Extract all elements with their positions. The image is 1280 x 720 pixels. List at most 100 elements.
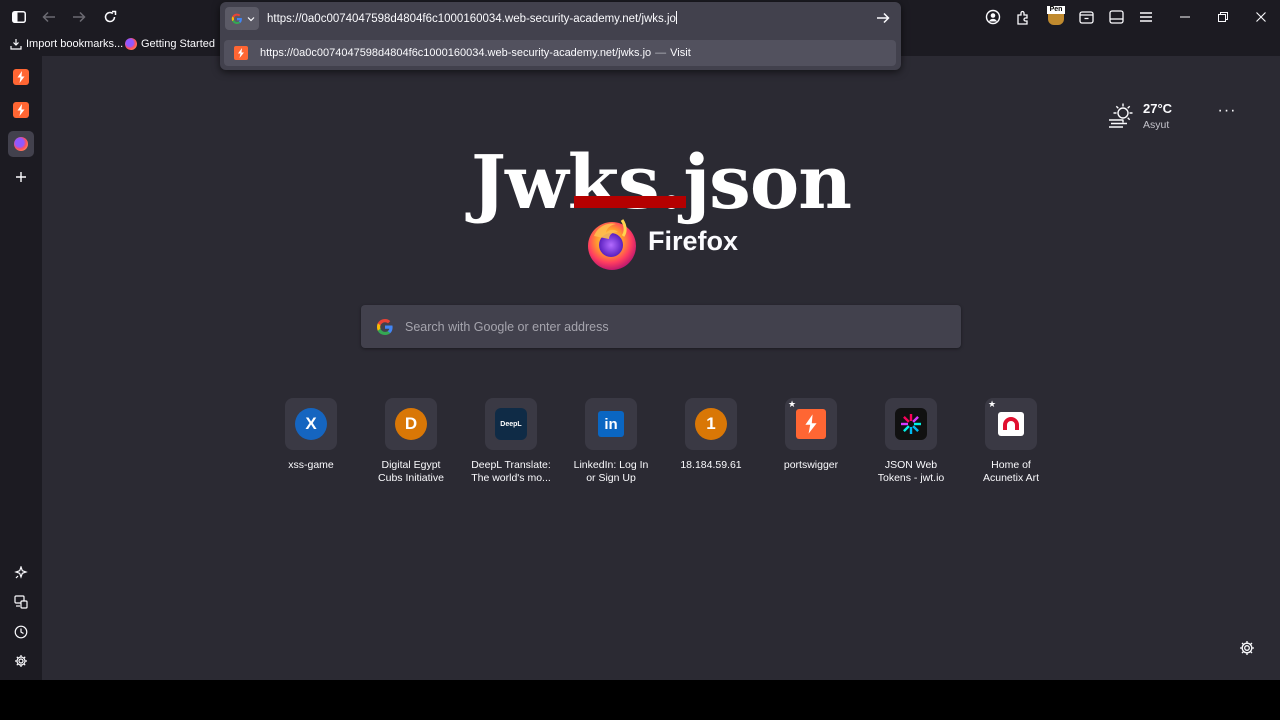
shortcut-tile[interactable]: D Digital Egypt Cubs Initiative xyxy=(361,398,461,490)
url-input[interactable]: https://0a0c0074047598d4804f6c1000160034… xyxy=(267,11,677,25)
acunetix-icon xyxy=(998,412,1024,436)
shortcut-label-line1: xss-game xyxy=(288,459,334,471)
synced-tabs-icon[interactable] xyxy=(12,593,30,611)
search-placeholder: Search with Google or enter address xyxy=(405,320,609,334)
account-icon[interactable] xyxy=(984,8,1002,26)
shortcut-tile[interactable]: DeepL DeepL Translate: The world's mo... xyxy=(461,398,561,490)
sidebar-tab-portswigger-2[interactable] xyxy=(13,102,29,118)
shortcut-icon-box: 1 xyxy=(685,398,737,450)
search-input[interactable]: Search with Google or enter address xyxy=(361,305,961,348)
url-suggestion-row[interactable]: https://0a0c0074047598d4804f6c1000160034… xyxy=(224,40,896,66)
weather-more-options-icon[interactable]: ··· xyxy=(1216,102,1238,122)
weather-widget[interactable]: 27°C Asyut xyxy=(1106,98,1196,138)
shortcut-label-line1: Home of xyxy=(991,459,1031,471)
bookmark-import[interactable]: Import bookmarks... xyxy=(10,38,123,50)
bottom-black-band xyxy=(0,680,1280,720)
digital-egypt-icon: D xyxy=(395,408,427,440)
reload-icon[interactable] xyxy=(101,8,119,26)
text-caret xyxy=(675,11,677,24)
shortcut-label-line1: 18.184.59.61 xyxy=(680,459,742,471)
xss-game-icon: X xyxy=(295,408,327,440)
shortcut-label: JSON Web Tokens - jwt.io xyxy=(861,459,961,485)
urlbar-popup: https://0a0c0074047598d4804f6c1000160034… xyxy=(220,2,901,70)
vertical-sidebar xyxy=(0,56,42,680)
customize-settings-gear-icon[interactable] xyxy=(1238,639,1256,657)
minimize-icon[interactable] xyxy=(1176,8,1194,26)
restore-icon[interactable] xyxy=(1214,8,1232,26)
shortcut-label: xss-game xyxy=(261,459,361,472)
shortcut-label: portswigger xyxy=(761,459,861,472)
extensions-icon[interactable] xyxy=(1014,8,1032,26)
shortcut-tile[interactable]: X xss-game xyxy=(261,398,361,490)
url-value: https://0a0c0074047598d4804f6c1000160034… xyxy=(267,13,676,25)
weather-location: Asyut xyxy=(1143,119,1170,131)
shortcut-label-line1: DeepL Translate: xyxy=(471,459,551,471)
shortcut-label-line1: JSON Web xyxy=(884,459,938,471)
close-icon[interactable] xyxy=(1252,8,1270,26)
shortcut-label-line1: portswigger xyxy=(783,459,839,471)
new-tab-plus-icon[interactable] xyxy=(12,168,30,186)
shortcut-label: Digital Egypt Cubs Initiative xyxy=(361,459,461,485)
go-arrow-icon[interactable] xyxy=(872,8,894,28)
suggestion-url: https://0a0c0074047598d4804f6c1000160034… xyxy=(260,47,652,59)
bookmark-label: Import bookmarks... xyxy=(26,38,124,50)
ai-chatbot-icon[interactable] xyxy=(12,564,30,582)
bookmark-label: Getting Started xyxy=(141,38,215,50)
forward-icon[interactable] xyxy=(70,8,88,26)
shortcut-tile[interactable]: ★ Home of Acunetix Art xyxy=(961,398,1061,490)
jwt-io-icon xyxy=(895,408,927,440)
pen-extension-icon[interactable]: Pen xyxy=(1046,5,1066,27)
shortcut-icon-box: in xyxy=(585,398,637,450)
shortcut-label-line2: Cubs Initiative xyxy=(378,472,444,484)
import-icon xyxy=(10,39,22,50)
shortcut-label: LinkedIn: Log In or Sign Up xyxy=(561,459,661,485)
portswigger-icon xyxy=(796,409,826,439)
pen-badge: Pen xyxy=(1047,6,1065,14)
shortcut-tile[interactable]: 1 18.184.59.61 xyxy=(661,398,761,490)
shortcut-label: 18.184.59.61 xyxy=(661,459,761,472)
firefox-icon xyxy=(14,137,28,151)
ip-address-icon: 1 xyxy=(695,408,727,440)
pinned-star-icon: ★ xyxy=(788,399,797,409)
menu-icon[interactable] xyxy=(1137,8,1155,26)
urlbar-row[interactable]: https://0a0c0074047598d4804f6c1000160034… xyxy=(220,2,901,34)
shortcut-icon-box: D xyxy=(385,398,437,450)
overlay-title: Jwks.json xyxy=(470,140,852,226)
sidebar-tab-active[interactable] xyxy=(8,131,34,157)
linkedin-icon: in xyxy=(598,411,624,437)
search-engine-button[interactable] xyxy=(225,7,259,30)
deepl-icon: DeepL xyxy=(495,408,527,440)
portswigger-favicon-icon xyxy=(234,46,248,60)
pocket-save-icon[interactable] xyxy=(1077,8,1095,26)
portswigger-icon xyxy=(17,71,25,83)
shortcut-label-line2: The world's mo... xyxy=(471,472,551,484)
shortcut-label-line1: LinkedIn: Log In xyxy=(573,459,649,471)
shortcut-label-line2: Tokens - jwt.io xyxy=(877,472,945,484)
pinned-star-icon: ★ xyxy=(988,399,997,409)
google-icon xyxy=(231,13,242,24)
shortcut-label: Home of Acunetix Art xyxy=(961,459,1061,485)
shortcut-label-line2: or Sign Up xyxy=(586,472,636,484)
sidebar-toggle-icon[interactable] xyxy=(10,8,28,26)
sidebar-settings-gear-icon[interactable] xyxy=(12,652,30,670)
reader-view-icon[interactable] xyxy=(1107,8,1125,26)
bookmark-getting-started[interactable]: Getting Started xyxy=(125,38,215,50)
firefox-logo-icon xyxy=(584,216,640,272)
shortcut-icon-box: X xyxy=(285,398,337,450)
portswigger-icon xyxy=(17,104,25,116)
shortcut-label-line1: Digital Egypt xyxy=(381,459,441,471)
shortcut-tile[interactable]: JSON Web Tokens - jwt.io xyxy=(861,398,961,490)
history-icon[interactable] xyxy=(12,623,30,641)
google-icon xyxy=(375,317,395,337)
weather-temperature: 27°C xyxy=(1143,101,1173,116)
shortcut-icon-box xyxy=(885,398,937,450)
suggestion-separator: — xyxy=(655,47,667,59)
shortcut-label-line2: Acunetix Art xyxy=(982,472,1040,484)
sidebar-tab-portswigger-1[interactable] xyxy=(13,69,29,85)
shortcut-tile[interactable]: ★ portswigger xyxy=(761,398,861,490)
back-icon[interactable] xyxy=(40,8,58,26)
shortcut-icon-box: DeepL xyxy=(485,398,537,450)
chevron-down-icon xyxy=(247,16,254,21)
suggestion-action: Visit xyxy=(670,47,691,59)
shortcut-tile[interactable]: in LinkedIn: Log In or Sign Up xyxy=(561,398,661,490)
